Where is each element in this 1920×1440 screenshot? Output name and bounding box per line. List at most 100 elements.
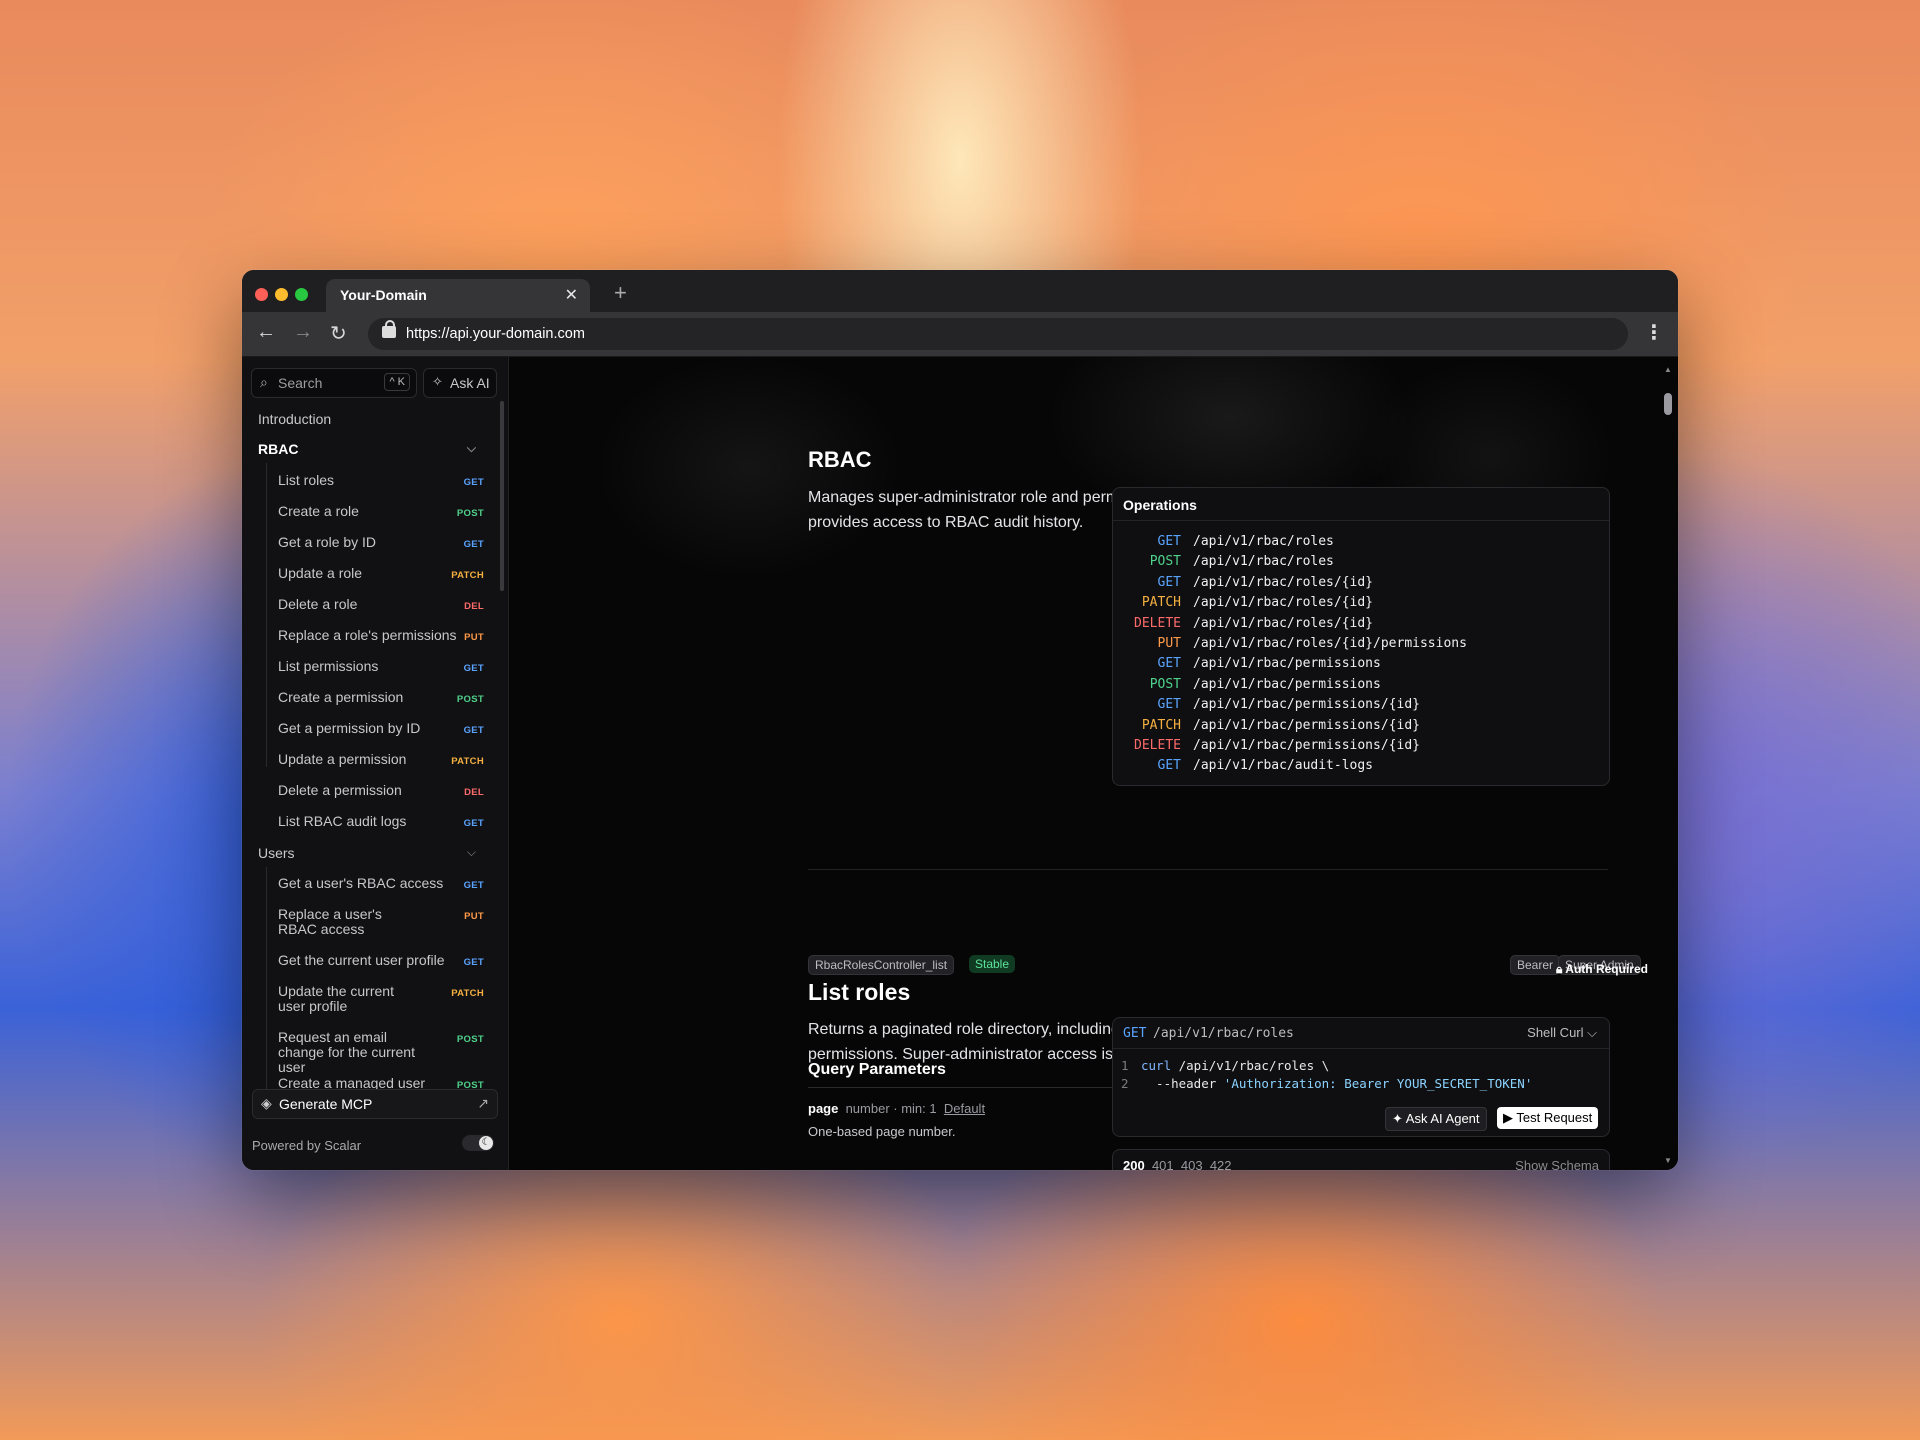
sidebar-group-rbac[interactable]: RBAC ⌵ (258, 441, 500, 457)
search-input[interactable]: ⌕ Search ^ K (251, 368, 417, 398)
response-code-tab[interactable]: 403 (1181, 1158, 1203, 1170)
scroll-up-icon[interactable]: ▲ (1664, 365, 1672, 374)
method-badge: POST (456, 508, 484, 519)
method-badge: POST (456, 694, 484, 705)
browser-menu-icon[interactable]: ⋮ (1644, 320, 1664, 345)
main-scrollbar[interactable]: ▲ ▼ (1664, 365, 1672, 1165)
request-header: GET /api/v1/rbac/roles Shell Curl ⌵ (1113, 1018, 1609, 1049)
new-tab-icon[interactable]: + (614, 280, 627, 306)
operations-header: Operations (1113, 488, 1609, 521)
sidebar-item[interactable]: Replace a user's RBAC access PUT (278, 907, 484, 937)
sidebar-item[interactable]: Update a role PATCH (278, 565, 484, 582)
operation-path: /api/v1/rbac/audit-logs (1193, 758, 1374, 774)
sidebar-item[interactable]: Delete a permission DEL (278, 782, 484, 799)
method-badge: GET (463, 880, 484, 891)
method-badge: PATCH (451, 756, 484, 767)
code-command: curl (1141, 1058, 1172, 1073)
minimize-window-button[interactable] (275, 288, 288, 301)
operation-id-badge: RbacRolesController_list (808, 955, 955, 975)
back-icon[interactable]: ← (256, 321, 276, 344)
sidebar-item[interactable]: List roles GET (278, 473, 484, 489)
scroll-down-icon[interactable]: ▼ (1664, 1156, 1672, 1165)
sidebar-item[interactable]: Create a permission POST (278, 690, 484, 706)
sidebar-item[interactable]: Delete a role DEL (278, 597, 484, 613)
param-default[interactable]: Default (944, 1101, 985, 1116)
auth-required-label: Auth Required (1565, 962, 1648, 976)
address-bar[interactable]: https://api.your-domain.com (368, 318, 1628, 350)
sidebar-item-label: Update a role (278, 565, 363, 581)
sidebar-item[interactable]: Request an email change for the current … (278, 1030, 484, 1075)
sidebar-item[interactable]: Get a user's RBAC access GET (278, 876, 484, 892)
line-number: 2 (1121, 1076, 1129, 1091)
close-tab-icon[interactable]: ✕ (565, 285, 578, 305)
reload-icon[interactable]: ↻ (330, 321, 347, 346)
test-request-button[interactable]: ▶ Test Request (1497, 1107, 1599, 1129)
sidebar: ⌕ Search ^ K ✧ Ask AI Introduction RBAC … (242, 357, 509, 1170)
sidebar-group-users[interactable]: Users ⌵ (258, 845, 500, 861)
sidebar-scrollbar[interactable] (500, 401, 504, 591)
code-flag: --header (1141, 1076, 1224, 1091)
operation-path: /api/v1/rbac/roles/{id} (1193, 615, 1374, 631)
method-badge: DEL (464, 787, 484, 798)
show-schema-toggle[interactable]: Show Schema (1515, 1158, 1599, 1170)
sidebar-item[interactable]: Get the current user profile GET (278, 953, 484, 969)
response-code-tab[interactable]: 401 (1152, 1158, 1174, 1170)
ask-ai-button[interactable]: ✧ Ask AI (423, 368, 497, 398)
operation-method: POST (1149, 554, 1181, 570)
sidebar-item-label: Delete a permission (278, 782, 402, 798)
method-badge: GET (463, 957, 484, 968)
operation-path: /api/v1/rbac/permissions/{id} (1193, 717, 1420, 733)
operations-panel: Operations GET/api/v1/rbac/roles POST/api… (1112, 487, 1610, 786)
sidebar-item[interactable]: Update a permission PATCH (278, 752, 484, 768)
sidebar-item[interactable]: List permissions GET (278, 659, 484, 675)
browser-window: Your-Domain ✕ + ← → ↻ https://api.your-d… (242, 270, 1678, 1170)
sidebar-item[interactable]: Get a permission by ID GET (278, 721, 484, 737)
lock-icon: 🔒︎ (1556, 962, 1563, 976)
sidebar-item[interactable]: Replace a role's permissions PUT (278, 628, 484, 644)
response-code-tab[interactable]: 422 (1210, 1158, 1232, 1170)
browser-toolbar: ← → ↻ https://api.your-domain.com ⋮ (242, 312, 1678, 357)
response-codes: 200 401 403 422 (1123, 1158, 1232, 1170)
code-line: 1 curl /api/v1/rbac/roles \ (1121, 1058, 1329, 1073)
param-meta: number · min: 1 (845, 1101, 937, 1116)
chevron-down-icon: ⌵ (466, 845, 476, 859)
operation-title: List roles (808, 979, 911, 1005)
sidebar-item-introduction[interactable]: Introduction (258, 411, 331, 427)
sidebar-item[interactable]: List RBAC audit logs GET (278, 814, 484, 830)
forward-icon[interactable]: → (293, 321, 313, 344)
sidebar-item[interactable]: Update the current user profile PATCH (278, 984, 484, 1014)
response-code-tab[interactable]: 200 (1123, 1158, 1145, 1170)
sidebar-item[interactable]: Get a role by ID GET (278, 534, 484, 551)
param-name: page (808, 1101, 839, 1116)
test-request-label: Test Request (1516, 1110, 1593, 1125)
scrollbar-thumb[interactable] (1664, 393, 1672, 415)
sidebar-item-label: Get a role by ID (278, 534, 377, 550)
method-badge: POST (456, 1034, 484, 1045)
sidebar-item-label: Update the current user profile (278, 983, 394, 1014)
title-bar: Your-Domain ✕ + (242, 270, 1678, 312)
operation-method: DELETE (1134, 738, 1181, 753)
ask-ai-agent-button[interactable]: ✦ Ask AI Agent (1385, 1107, 1487, 1131)
close-window-button[interactable] (255, 288, 268, 301)
chevron-down-icon: ⌵ (466, 441, 476, 455)
operation-path: /api/v1/rbac/permissions (1193, 656, 1381, 672)
generate-mcp-button[interactable]: ◈ Generate MCP ↗ (252, 1089, 498, 1119)
sparkle-icon: ✧ (432, 374, 443, 389)
sidebar-item[interactable]: Create a role POST (278, 504, 484, 520)
maximize-window-button[interactable] (295, 288, 308, 301)
sidebar-item-label: Request an email change for the current … (278, 1029, 415, 1075)
generate-mcp-label: Generate MCP (279, 1096, 373, 1112)
param-row: page number · min: 1 Default (808, 1101, 985, 1116)
language-select[interactable]: Shell Curl ⌵ (1527, 1025, 1597, 1041)
operation-path: /api/v1/rbac/permissions/{id} (1193, 738, 1420, 753)
code-text: /api/v1/rbac/roles \ (1171, 1058, 1330, 1073)
dark-mode-toggle[interactable]: ☾ (462, 1135, 494, 1151)
query-params-title: Query Parameters (808, 1061, 946, 1078)
auth-required: 🔒︎ Auth Required (1556, 962, 1648, 977)
browser-tab[interactable]: Your-Domain ✕ (326, 279, 590, 312)
operation-path: /api/v1/rbac/roles/{id} (1193, 595, 1374, 611)
stability-badge: Stable (969, 955, 1016, 973)
operation-path: /api/v1/rbac/roles/{id}/permissions (1193, 636, 1467, 651)
method-badge: PATCH (451, 988, 484, 999)
sparkle-icon: ✦ (1392, 1111, 1406, 1126)
